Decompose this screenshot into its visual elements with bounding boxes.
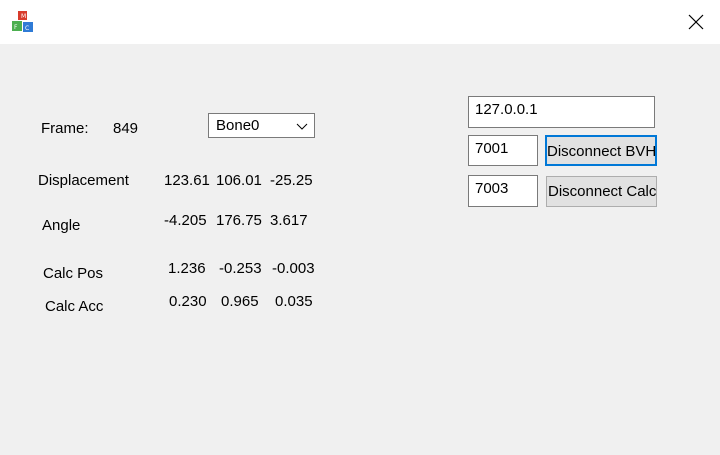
calc-pos-label: Calc Pos [43,265,104,282]
angle-z: 3.617 [270,212,308,229]
calc-acc-z: 0.035 [275,293,313,310]
close-button[interactable] [672,0,720,44]
close-icon [688,14,704,30]
svg-text:C: C [25,25,29,32]
displacement-x: 123.61 [164,172,210,189]
calc-pos-x: 1.236 [168,260,206,277]
disconnect-calc-label: Disconnect Calc [548,183,657,200]
angle-label: Angle [42,217,81,234]
angle-y: 176.75 [216,212,262,229]
calc-acc-label: Calc Acc [45,298,104,315]
disconnect-bvh-button[interactable]: Disconnect BVH [545,135,657,166]
svg-text:M: M [21,13,26,20]
frame-label: Frame: [41,120,89,137]
angle-x: -4.205 [164,212,207,229]
frame-value: 849 [113,120,139,137]
bone-select-value: Bone0 [216,117,260,134]
bone-select[interactable]: Bone0 [208,113,315,138]
svg-text:F: F [14,24,18,31]
ip-address-input[interactable]: 127.0.0.1 [468,96,655,128]
displacement-z: -25.25 [270,172,313,189]
chevron-down-icon [296,123,308,130]
bvh-port-input[interactable]: 7001 [468,135,538,166]
calc-port-input[interactable]: 7003 [468,175,538,207]
disconnect-bvh-label: Disconnect BVH [547,143,657,160]
calc-acc-x: 0.230 [169,293,207,310]
displacement-label: Displacement [38,172,129,189]
title-bar: M F C [0,0,720,44]
blocks-icon: M F C [12,11,33,32]
calc-pos-z: -0.003 [272,260,315,277]
calc-pos-y: -0.253 [219,260,262,277]
bvh-port-value: 7001 [475,140,509,157]
displacement-y: 106.01 [216,172,262,189]
disconnect-calc-button[interactable]: Disconnect Calc [546,176,657,207]
calc-port-value: 7003 [475,180,509,197]
ip-address-value: 127.0.0.1 [475,101,538,118]
calc-acc-y: 0.965 [221,293,259,310]
